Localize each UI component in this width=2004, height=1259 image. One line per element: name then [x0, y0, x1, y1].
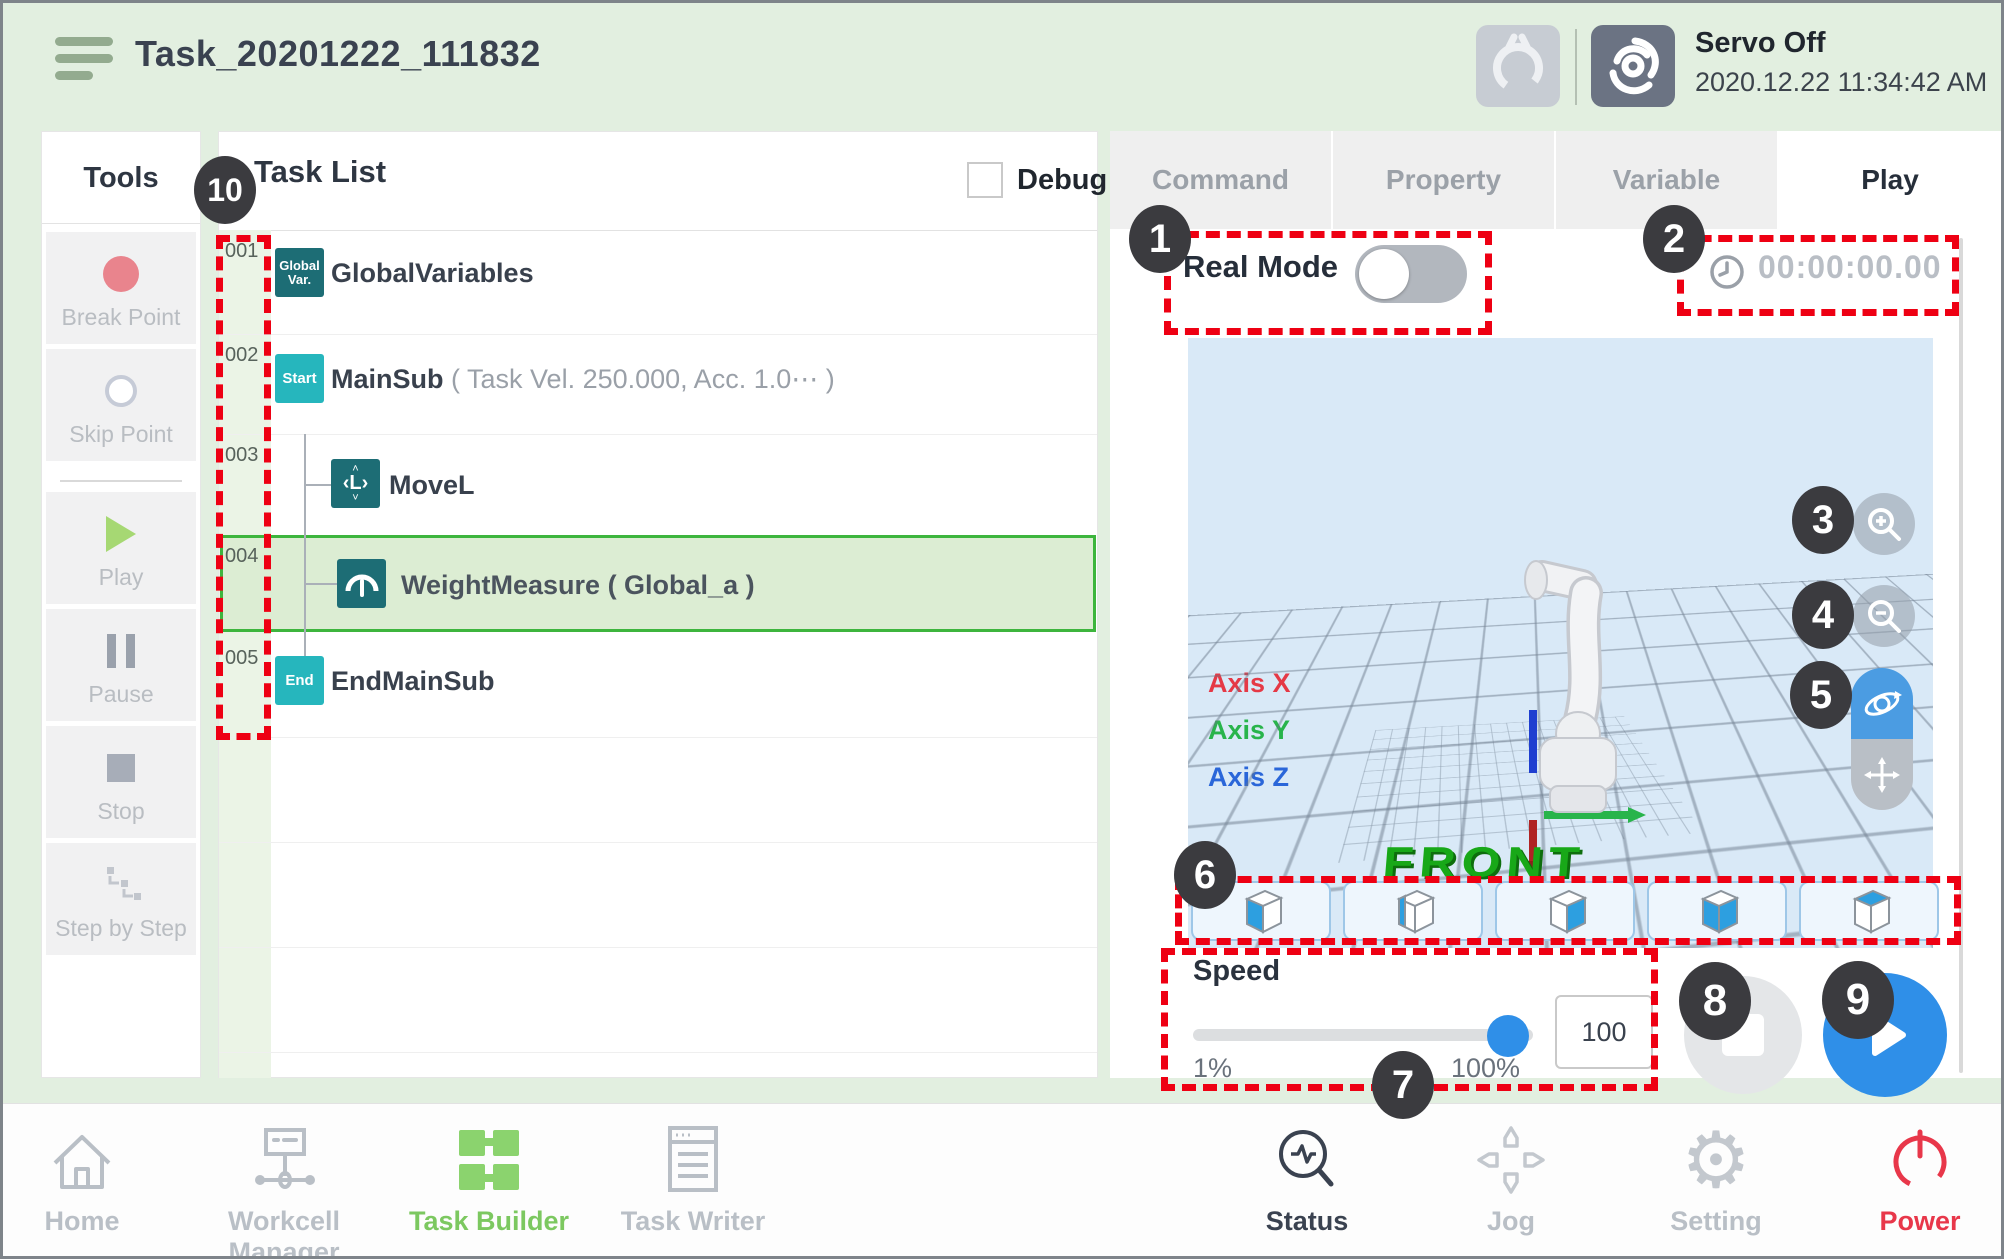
zoom-out-button[interactable]	[1853, 585, 1915, 647]
play-icon	[106, 516, 136, 552]
nav-task-writer[interactable]: Task Writer	[583, 1114, 803, 1237]
task-list-title: Task List	[254, 154, 386, 190]
zoom-in-icon	[1864, 504, 1904, 544]
nav-jog[interactable]: Jog	[1401, 1114, 1621, 1237]
tools-panel: Tools Break Point Skip Point Play Pause …	[41, 131, 201, 1078]
tab-property[interactable]: Property	[1333, 131, 1554, 229]
annotation-10: 10	[194, 156, 256, 224]
pause-tool-button[interactable]: Pause	[46, 609, 196, 721]
tree-line	[304, 434, 306, 666]
annotation-3: 3	[1792, 486, 1854, 554]
annotation-9: 9	[1822, 961, 1894, 1039]
header-datetime: 2020.12.22 11:34:42 AM	[1695, 67, 1987, 98]
nav-status[interactable]: Status	[1197, 1114, 1417, 1237]
debug-checkbox[interactable]	[967, 162, 1003, 198]
annotation-box-real-mode	[1164, 231, 1492, 335]
status-icon	[1269, 1122, 1345, 1198]
annotation-5: 5	[1790, 661, 1852, 729]
tools-title: Tools	[42, 132, 200, 224]
right-panel-scrollbar[interactable]	[1959, 238, 1963, 1073]
step-by-step-icon	[99, 865, 143, 905]
pause-icon	[107, 634, 135, 668]
debug-label: Debug	[1017, 164, 1107, 197]
task-params: ( Task Vel. 250.000, Acc. 1.0⋯ )	[451, 364, 835, 394]
nav-home[interactable]: Home	[0, 1114, 192, 1237]
task-builder-icon	[451, 1122, 527, 1198]
nav-setting[interactable]: ⚙ Setting	[1606, 1114, 1826, 1237]
divider	[219, 230, 1097, 231]
hamburger-menu-icon[interactable]	[55, 37, 115, 81]
page-title: Task_20201222_111832	[135, 33, 541, 75]
bottom-navigation: Home Workcell Manager	[3, 1103, 2001, 1259]
servo-swirl-icon	[1591, 25, 1675, 107]
zoom-out-icon	[1864, 596, 1904, 636]
annotation-box-line-numbers	[216, 235, 271, 740]
servo-status: Servo Off	[1695, 27, 1826, 60]
annotation-6: 6	[1174, 841, 1236, 909]
annotation-box-view-cubes	[1175, 876, 1961, 945]
nav-workcell-manager[interactable]: Workcell Manager	[174, 1114, 394, 1259]
stop-icon	[107, 754, 135, 782]
global-variables-icon: GlobalVar.	[275, 248, 324, 297]
break-point-button[interactable]: Break Point	[46, 232, 196, 344]
movel-icon: ˄ ‹L› ˅	[331, 459, 380, 508]
view-mode-switch[interactable]	[1851, 668, 1913, 810]
end-icon: End	[275, 656, 324, 705]
app-window: Task_20201222_111832 Servo Off 2020.12.2…	[0, 0, 2004, 1259]
zoom-in-button[interactable]	[1853, 493, 1915, 555]
skip-point-icon	[105, 375, 137, 407]
home-icon	[45, 1123, 119, 1197]
tree-connector	[304, 583, 338, 585]
workcell-manager-icon	[244, 1122, 324, 1198]
tree-connector	[304, 484, 332, 486]
rotate-3d-icon	[1861, 683, 1903, 725]
tools-separator	[60, 480, 182, 482]
play-tool-button[interactable]: Play	[46, 492, 196, 604]
stop-tool-button[interactable]: Stop	[46, 726, 196, 838]
annotation-box-timer	[1677, 235, 1959, 316]
nav-power[interactable]: Power	[1810, 1114, 2004, 1237]
power-icon	[1882, 1122, 1958, 1198]
pan-icon	[1862, 755, 1902, 795]
recovery-icon	[1476, 25, 1560, 107]
annotation-8: 8	[1679, 962, 1751, 1040]
jog-dpad-icon	[1473, 1122, 1549, 1198]
annotation-2: 2	[1643, 205, 1705, 273]
start-icon: Start	[275, 354, 324, 403]
servo-button[interactable]	[1591, 25, 1675, 107]
task-list-panel: Task List Debug 001 GlobalVar. GlobalVar…	[218, 131, 1098, 1078]
annotation-7: 7	[1372, 1051, 1434, 1119]
annotation-1: 1	[1129, 205, 1191, 273]
pan-mode-button[interactable]	[1851, 739, 1913, 810]
header-divider	[1575, 29, 1577, 105]
skip-point-button[interactable]: Skip Point	[46, 349, 196, 461]
setting-gear-icon: ⚙	[1681, 1121, 1751, 1199]
task-writer-icon	[658, 1122, 728, 1198]
annotation-4: 4	[1792, 581, 1854, 649]
task-params: ( Global_a )	[608, 570, 755, 600]
step-by-step-button[interactable]: Step by Step	[46, 843, 196, 955]
break-point-icon	[103, 256, 139, 292]
tab-play[interactable]: Play	[1779, 131, 2001, 229]
rotate-mode-button[interactable]	[1851, 668, 1913, 739]
weight-measure-icon	[337, 559, 386, 608]
nav-task-builder[interactable]: Task Builder	[379, 1114, 599, 1237]
recovery-button[interactable]	[1476, 25, 1560, 107]
